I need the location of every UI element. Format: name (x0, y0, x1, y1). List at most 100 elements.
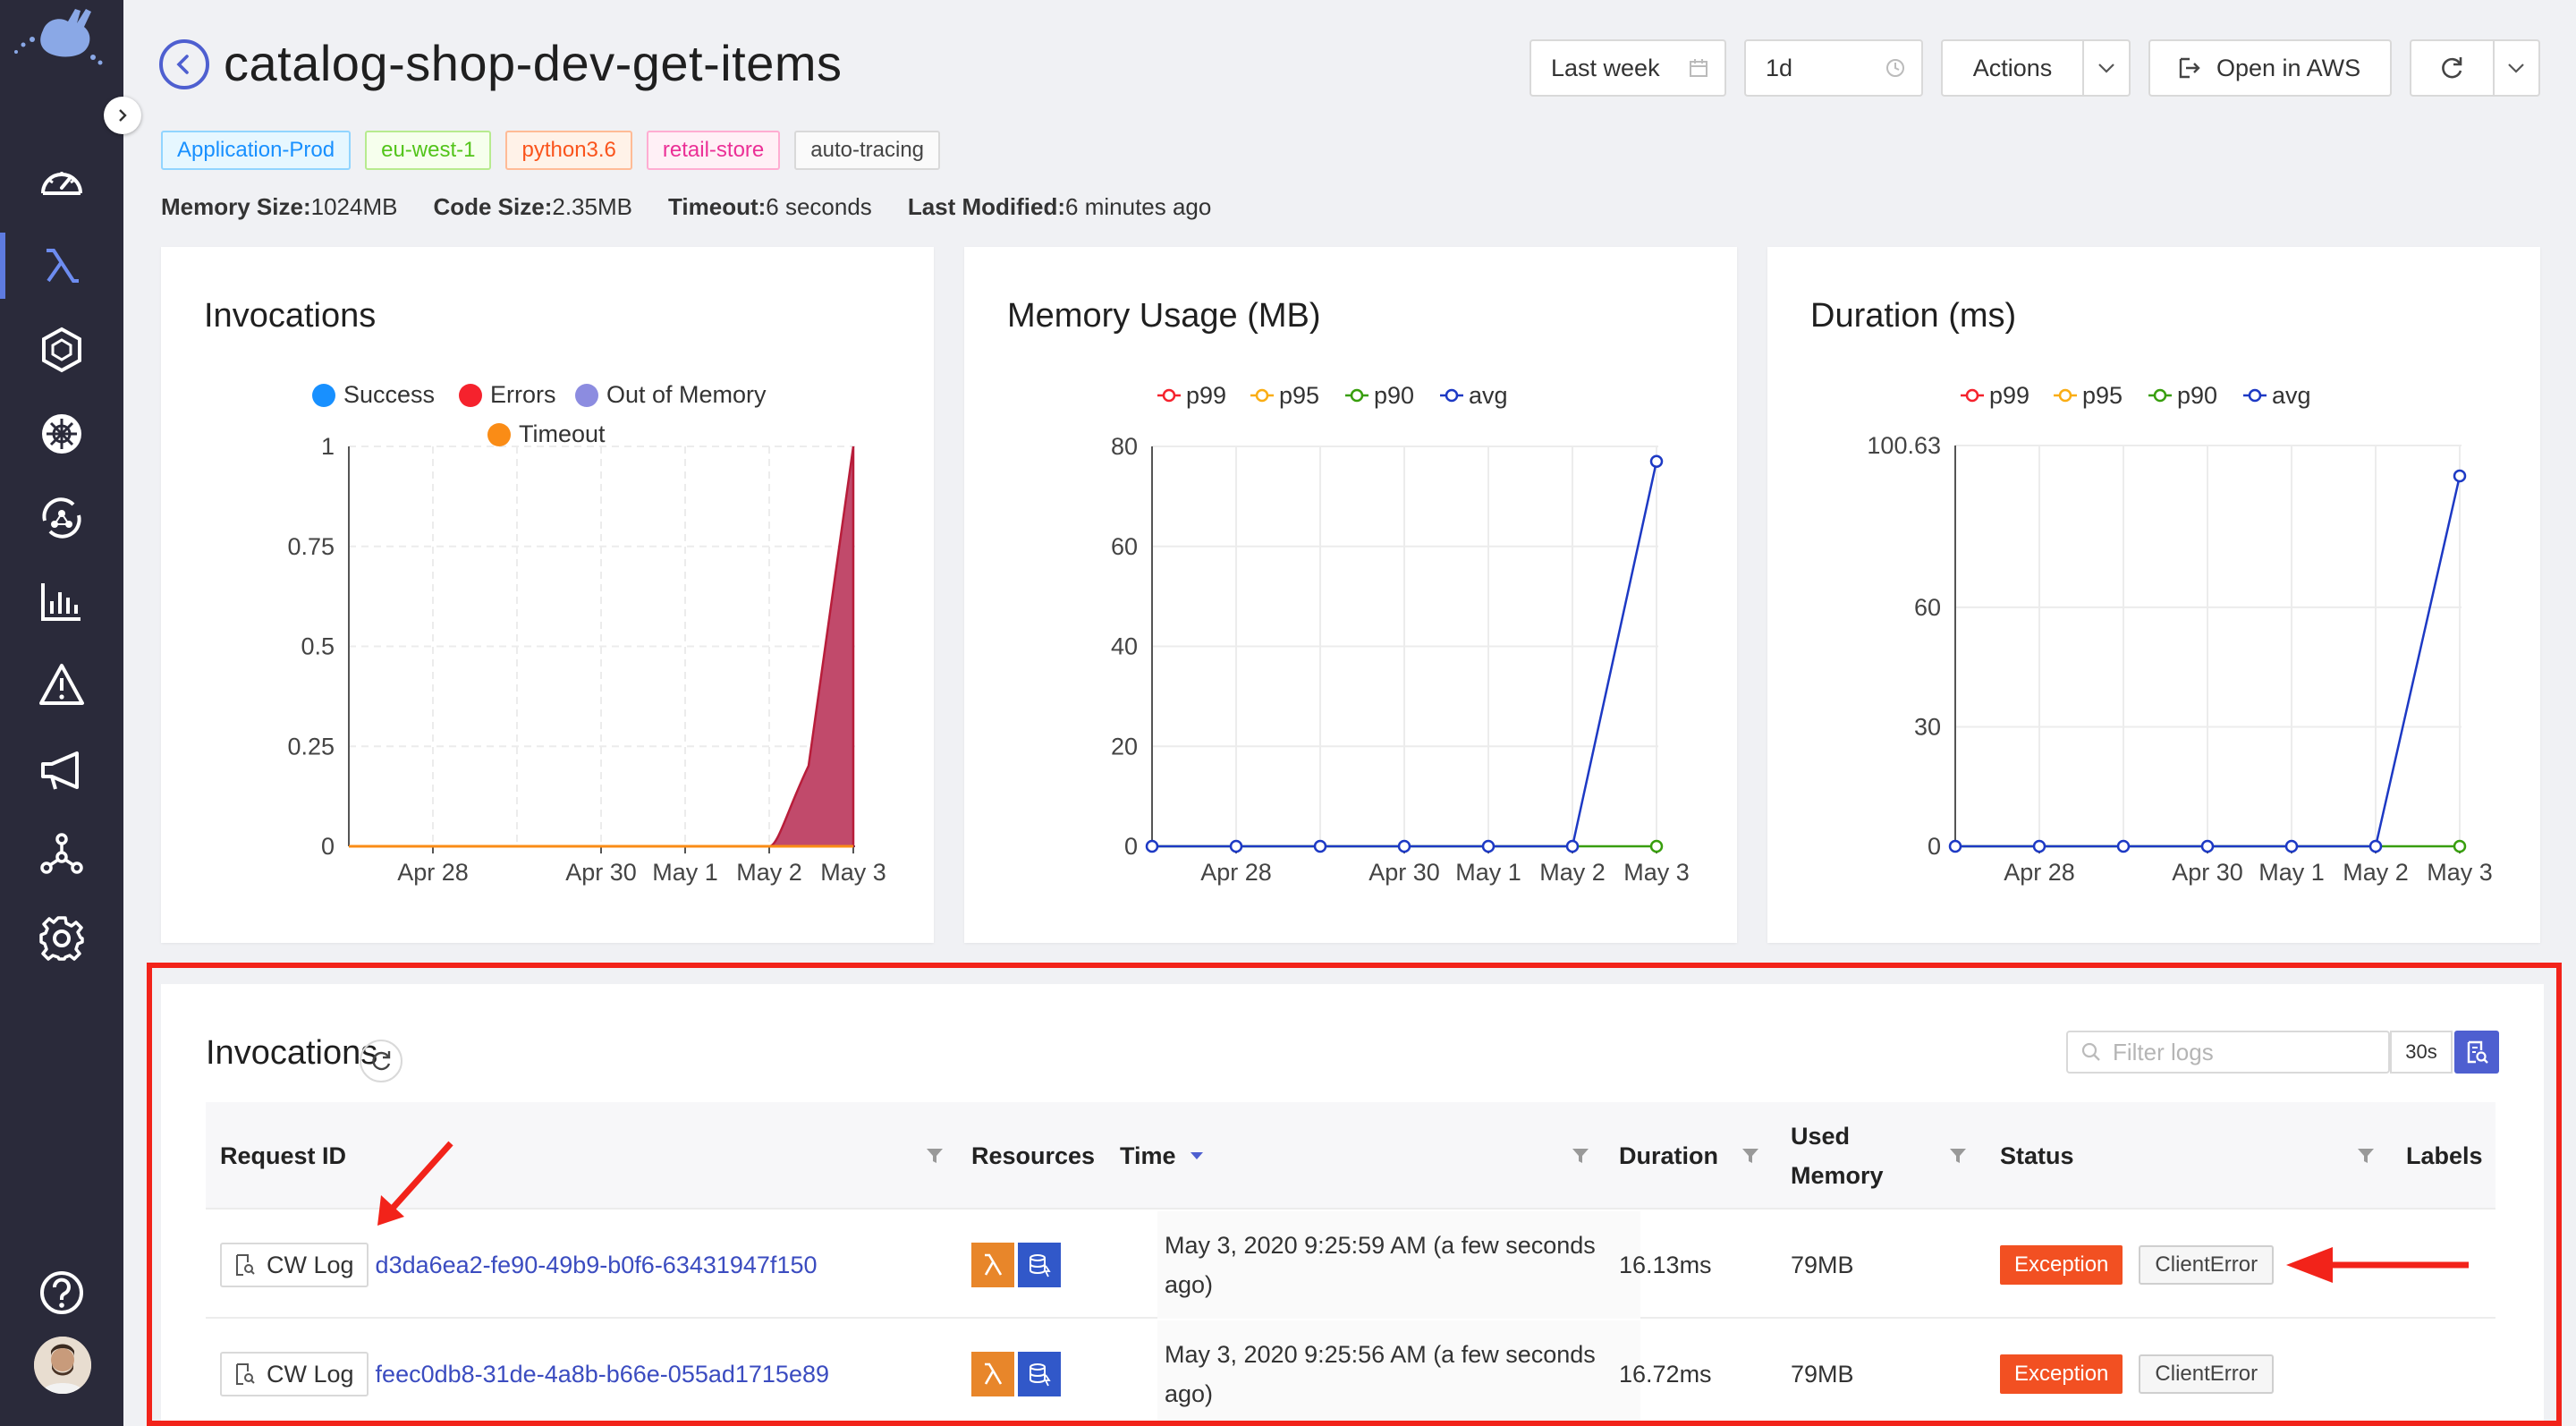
calendar-icon (1690, 59, 1707, 77)
data-point (2116, 839, 2131, 853)
x-tick-label: May 2 (736, 859, 802, 886)
hexagon-icon (42, 327, 81, 373)
refresh-toggle[interactable] (2492, 41, 2538, 95)
legend-label: Timeout (519, 420, 606, 447)
data-point (2032, 839, 2046, 853)
legend-label: p90 (1374, 382, 1414, 409)
refresh-icon (2442, 57, 2462, 79)
chevron-left-icon (176, 55, 189, 74)
annotation-arrow (377, 1141, 453, 1226)
sidebar-item-functions[interactable] (0, 225, 123, 306)
legend-swatch (487, 423, 511, 446)
sidebar-item-integrations[interactable] (0, 814, 123, 895)
actions-button[interactable]: Actions (1943, 55, 2082, 82)
memory-chart: 0 20 40 60 80 Apr 28 Apr 30 May 1 May 2 May 3 p99 p… (1111, 382, 1690, 886)
x-tick-label: May 3 (1623, 859, 1690, 886)
tag-badge[interactable]: eu-west-1 (365, 131, 492, 170)
sidebar-item-service-map[interactable] (0, 478, 123, 558)
data-point (1397, 839, 1411, 853)
y-tick-label: 0 (1928, 833, 1941, 860)
data-point (2368, 839, 2383, 853)
tag-list: Application-Prod eu-west-1 python3.6 retail… (161, 131, 941, 170)
back-button[interactable] (159, 39, 209, 89)
time-range-picker[interactable]: Last week (1530, 39, 1726, 97)
y-tick-label: 0.25 (287, 733, 335, 760)
clock-icon (1886, 59, 1904, 77)
y-tick-label: 60 (1111, 533, 1138, 560)
tag-badge[interactable]: Application-Prod (161, 131, 352, 170)
logo-icon[interactable] (7, 4, 113, 72)
x-tick-label: May 1 (2258, 859, 2325, 886)
tag-badge[interactable]: auto-tracing (794, 131, 941, 170)
legend-item: Errors (459, 381, 556, 408)
annotation-arrow (2286, 1247, 2469, 1283)
legend-label: Errors (490, 381, 556, 408)
legend-label: avg (1469, 382, 1508, 409)
last-modified: Last Modified:6 minutes ago (907, 193, 1212, 220)
legend-swatch (1350, 388, 1364, 403)
interval-picker[interactable]: 1d (1744, 39, 1923, 97)
y-tick-label: 0.5 (301, 633, 335, 660)
sidebar-item-alerts[interactable] (0, 730, 123, 811)
x-tick-label: Apr 28 (2004, 859, 2075, 886)
service-map-icon (42, 497, 81, 539)
y-tick-label: 0 (321, 833, 335, 860)
x-tick-label: Apr 28 (1200, 859, 1272, 886)
tag-badge[interactable]: retail-store (646, 131, 781, 170)
refresh-dropdown[interactable] (2410, 39, 2540, 97)
tag-badge[interactable]: python3.6 (505, 131, 632, 170)
legend-swatch (1965, 388, 1979, 403)
code-size: Code Size:2.35MB (433, 193, 632, 220)
actions-toggle[interactable] (2082, 41, 2129, 95)
legend-label: p90 (2177, 382, 2217, 409)
sidebar-collapse-button[interactable] (104, 97, 141, 134)
actions-dropdown[interactable]: Actions (1941, 39, 2131, 97)
memory-size: Memory Size:1024MB (161, 193, 398, 220)
x-tick-label: May 2 (1539, 859, 1606, 886)
legend-item: p99 (1961, 382, 2029, 409)
external-link-icon (2179, 57, 2200, 79)
series-area (768, 446, 855, 848)
data-point (1145, 839, 1159, 853)
sidebar-help[interactable] (0, 1252, 123, 1333)
duration-chart: 0 30 60 100.63 Apr 28 Apr 30 May 1 May 2 May 3 p9… (1867, 382, 2492, 886)
y-tick-label: 0.75 (287, 533, 335, 560)
legend-item: p90 (1345, 382, 1414, 409)
sidebar-item-settings[interactable] (0, 898, 123, 979)
legend-label: Out of Memory (606, 381, 767, 408)
helm-icon (42, 414, 81, 454)
y-tick-label: 20 (1111, 733, 1138, 760)
chevron-down-icon (2508, 64, 2525, 73)
chevron-down-icon (2098, 64, 2114, 73)
legend-swatch (575, 384, 598, 407)
open-in-aws-button[interactable]: Open in AWS (2148, 39, 2392, 97)
sidebar-item-issues[interactable] (0, 646, 123, 726)
x-tick-label: May 1 (1455, 859, 1521, 886)
megaphone-icon (41, 751, 79, 790)
help-icon (40, 1271, 83, 1314)
sidebar-item-metrics[interactable] (0, 562, 123, 642)
data-point (1565, 839, 1580, 853)
data-point (2200, 839, 2215, 853)
sidebar-item-kubernetes[interactable] (0, 394, 123, 474)
interval-value: 1d (1766, 54, 1793, 81)
invocations-chart: 0 0.25 0.5 0.75 1 Apr 28 Apr 30 May 1 May 2 May 3… (287, 381, 886, 886)
y-tick-label: 40 (1111, 633, 1138, 660)
legend-swatch (2153, 388, 2167, 403)
settings-gear-icon (39, 916, 84, 961)
sidebar-item-containers[interactable] (0, 310, 123, 390)
refresh-button[interactable] (2411, 55, 2493, 81)
data-point (1313, 839, 1327, 853)
legend-label: Success (343, 381, 435, 408)
legend-swatch (1162, 388, 1176, 403)
avatar[interactable] (34, 1337, 91, 1394)
open-in-aws-label: Open in AWS (2216, 54, 2361, 81)
legend-swatch (1255, 388, 1269, 403)
dashboard-gauge-icon (41, 172, 82, 195)
x-tick-label: May 3 (820, 859, 886, 886)
x-tick-label: Apr 28 (397, 859, 469, 886)
sidebar-item-dashboard[interactable] (0, 143, 123, 224)
timeout: Timeout:6 seconds (667, 193, 872, 220)
data-point (2284, 839, 2299, 853)
x-tick-label: May 1 (652, 859, 718, 886)
